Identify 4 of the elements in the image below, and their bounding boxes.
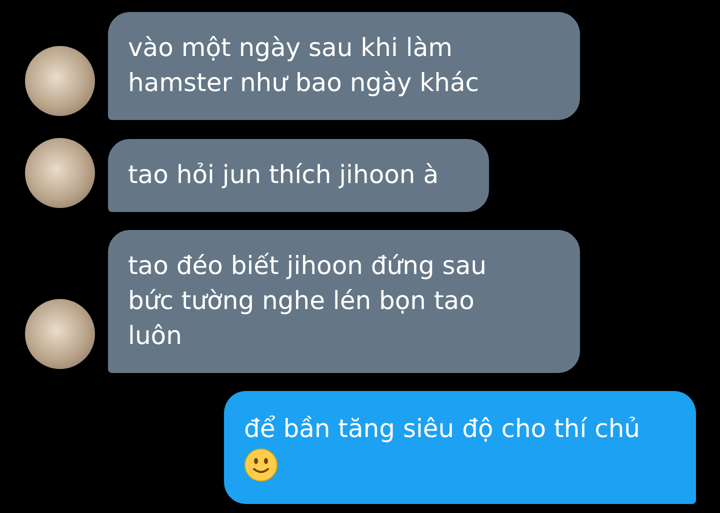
- message-text: tao hỏi jun thích jihoon à: [128, 159, 439, 191]
- message-text: để bần tăng siêu độ cho thí chủ: [244, 413, 642, 445]
- message-text: vào một ngày sau khi làm hamster như bao ngày khác: [128, 32, 480, 99]
- message-text: tao đéo biết jihoon đứng sau bức tường nghe lén bọn tao luôn: [128, 250, 488, 352]
